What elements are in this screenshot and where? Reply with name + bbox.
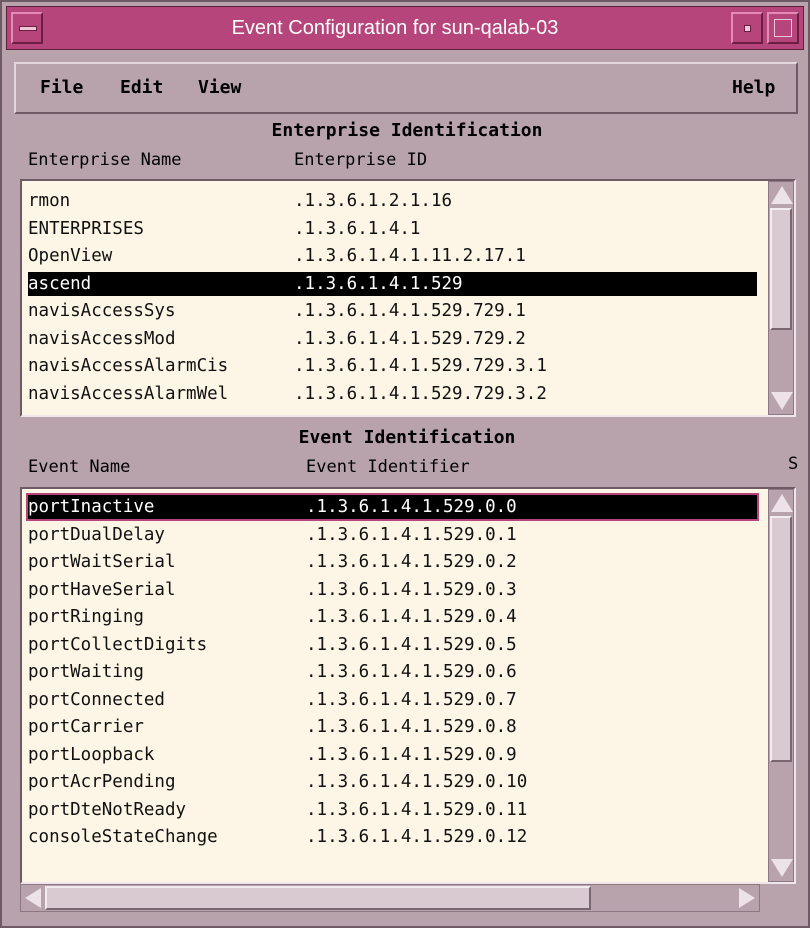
scroll-down-icon[interactable] bbox=[771, 859, 793, 877]
enterprise-name-column-header: Enterprise Name bbox=[28, 150, 182, 170]
event-id: .1.3.6.1.4.1.529.0.6 bbox=[306, 662, 517, 682]
event-row[interactable]: portWaitSerial .1.3.6.1.4.1.529.0.2 bbox=[28, 550, 757, 574]
event-id: .1.3.6.1.4.1.529.0.2 bbox=[306, 552, 517, 572]
enterprise-row[interactable]: ascend .1.3.6.1.4.1.529 bbox=[28, 271, 757, 296]
event-vertical-scrollbar[interactable] bbox=[768, 489, 794, 882]
enterprise-name: navisAccessSys bbox=[28, 301, 176, 321]
event-row[interactable]: consoleStateChange .1.3.6.1.4.1.529.0.12 bbox=[28, 825, 757, 849]
event-row[interactable]: portInactive .1.3.6.1.4.1.529.0.0 bbox=[26, 493, 759, 521]
menu-edit[interactable]: Edit bbox=[120, 64, 163, 112]
enterprise-id: .1.3.6.1.4.1.11.2.17.1 bbox=[294, 246, 526, 266]
event-row[interactable]: portLoopback .1.3.6.1.4.1.529.0.9 bbox=[28, 743, 757, 767]
minimize-icon bbox=[744, 25, 751, 32]
event-list[interactable]: portInactive .1.3.6.1.4.1.529.0.0 portDual… bbox=[20, 487, 796, 884]
enterprise-vertical-scrollbar[interactable] bbox=[768, 181, 794, 415]
scroll-left-icon[interactable] bbox=[25, 888, 41, 908]
enterprise-id: .1.3.6.1.2.1.16 bbox=[294, 191, 453, 211]
event-row[interactable]: portConnected .1.3.6.1.4.1.529.0.7 bbox=[28, 688, 757, 712]
event-row[interactable]: portRinging .1.3.6.1.4.1.529.0.4 bbox=[28, 605, 757, 629]
enterprise-row[interactable]: rmon .1.3.6.1.2.1.16 bbox=[28, 189, 757, 213]
event-scroll-thumb[interactable] bbox=[770, 516, 792, 762]
event-id: .1.3.6.1.4.1.529.0.1 bbox=[306, 524, 517, 545]
event-id: .1.3.6.1.4.1.529.0.3 bbox=[306, 579, 517, 600]
event-configuration-window: Event Configuration for sun-qalab-03 Fil… bbox=[0, 0, 810, 928]
menu-file[interactable]: File bbox=[40, 64, 83, 112]
enterprise-row[interactable]: navisAccessSys .1.3.6.1.4.1.529.729.1 bbox=[28, 299, 757, 323]
event-row[interactable]: portWaiting .1.3.6.1.4.1.529.0.6 bbox=[28, 660, 757, 684]
event-name: portHaveSerial bbox=[28, 579, 176, 600]
event-section-heading: Event Identification bbox=[298, 427, 516, 448]
minimize-button[interactable] bbox=[731, 12, 763, 44]
event-row[interactable]: portCollectDigits .1.3.6.1.4.1.529.0.5 bbox=[28, 633, 757, 657]
enterprise-id: .1.3.6.1.4.1.529.729.3.2 bbox=[294, 383, 547, 404]
event-id: .1.3.6.1.4.1.529.0.8 bbox=[306, 717, 517, 737]
enterprise-name: navisAccessMod bbox=[28, 328, 176, 349]
event-name: portWaiting bbox=[28, 662, 144, 682]
event-row[interactable]: portDteNotReady .1.3.6.1.4.1.529.0.11 bbox=[28, 798, 757, 822]
event-name: portDteNotReady bbox=[28, 799, 187, 820]
scroll-down-icon[interactable] bbox=[771, 392, 793, 410]
menu-bar: File Edit View Help bbox=[14, 62, 798, 114]
window-title: Event Configuration for sun-qalab-03 bbox=[231, 17, 559, 39]
enterprise-row[interactable]: OpenView .1.3.6.1.4.1.11.2.17.1 bbox=[28, 244, 757, 268]
event-row[interactable]: portAcrPending .1.3.6.1.4.1.529.0.10 bbox=[28, 770, 757, 794]
enterprise-row[interactable]: navisAccessAlarmCis .1.3.6.1.4.1.529.729.… bbox=[28, 354, 757, 378]
truncated-column-header: S bbox=[788, 454, 799, 474]
event-hscroll-thumb[interactable] bbox=[45, 886, 591, 910]
event-name: portCollectDigits bbox=[28, 634, 208, 655]
maximize-button[interactable] bbox=[767, 12, 799, 44]
scrollbar-corner bbox=[764, 884, 796, 912]
enterprise-list[interactable]: rmon .1.3.6.1.2.1.16 ENTERPRISES .1.3.6.1.4… bbox=[20, 179, 796, 417]
event-name-column-header: Event Name bbox=[28, 457, 131, 477]
enterprise-id: .1.3.6.1.4.1 bbox=[294, 218, 421, 239]
event-name: portLoopback bbox=[28, 744, 155, 765]
event-row[interactable]: portHaveSerial .1.3.6.1.4.1.529.0.3 bbox=[28, 578, 757, 602]
event-name: portCarrier bbox=[28, 717, 144, 737]
event-name: portConnected bbox=[28, 689, 165, 710]
title-bar[interactable]: Event Configuration for sun-qalab-03 bbox=[6, 6, 804, 50]
enterprise-row[interactable]: navisAccessAlarmWel .1.3.6.1.4.1.529.729.… bbox=[28, 382, 757, 406]
enterprise-name: ascend bbox=[28, 273, 92, 294]
event-id: .1.3.6.1.4.1.529.0.11 bbox=[306, 799, 528, 820]
event-horizontal-scrollbar[interactable] bbox=[20, 884, 760, 912]
event-name: portRinging bbox=[28, 607, 144, 627]
scroll-right-icon[interactable] bbox=[739, 888, 755, 908]
event-name: portInactive bbox=[28, 497, 155, 517]
event-name: consoleStateChange bbox=[28, 827, 218, 847]
event-id: .1.3.6.1.4.1.529.0.12 bbox=[306, 827, 528, 847]
event-identifier-column-header: Event Identifier bbox=[306, 457, 470, 477]
event-row[interactable]: portCarrier .1.3.6.1.4.1.529.0.8 bbox=[28, 715, 757, 739]
event-id: .1.3.6.1.4.1.529.0.0 bbox=[306, 497, 517, 517]
event-id: .1.3.6.1.4.1.529.0.9 bbox=[306, 744, 517, 765]
maximize-icon bbox=[774, 19, 792, 37]
event-id: .1.3.6.1.4.1.529.0.10 bbox=[306, 772, 528, 792]
enterprise-name: OpenView bbox=[28, 246, 113, 266]
enterprise-name: navisAccessAlarmWel bbox=[28, 383, 229, 404]
scroll-up-icon[interactable] bbox=[771, 186, 793, 204]
enterprise-id: .1.3.6.1.4.1.529.729.1 bbox=[294, 301, 526, 321]
enterprise-id: .1.3.6.1.4.1.529.729.3.1 bbox=[294, 356, 547, 376]
enterprise-row[interactable]: ENTERPRISES .1.3.6.1.4.1 bbox=[28, 217, 757, 241]
window-menu-button[interactable] bbox=[11, 12, 43, 44]
event-name: portAcrPending bbox=[28, 772, 176, 792]
enterprise-scroll-thumb[interactable] bbox=[770, 208, 792, 330]
scroll-up-icon[interactable] bbox=[771, 494, 793, 512]
event-id: .1.3.6.1.4.1.529.0.4 bbox=[306, 607, 517, 627]
event-name: portDualDelay bbox=[28, 524, 165, 545]
enterprise-name: ENTERPRISES bbox=[28, 218, 144, 239]
event-id: .1.3.6.1.4.1.529.0.7 bbox=[306, 689, 517, 710]
enterprise-section-heading: Enterprise Identification bbox=[271, 120, 543, 141]
menu-view[interactable]: View bbox=[198, 64, 241, 112]
enterprise-row[interactable]: navisAccessMod .1.3.6.1.4.1.529.729.2 bbox=[28, 327, 757, 351]
event-row[interactable]: portDualDelay .1.3.6.1.4.1.529.0.1 bbox=[28, 523, 757, 547]
enterprise-name: navisAccessAlarmCis bbox=[28, 356, 229, 376]
window-menu-icon bbox=[19, 26, 37, 31]
enterprise-id: .1.3.6.1.4.1.529 bbox=[294, 273, 463, 294]
menu-help[interactable]: Help bbox=[732, 64, 775, 112]
enterprise-name: rmon bbox=[28, 191, 71, 211]
enterprise-id-column-header: Enterprise ID bbox=[294, 150, 428, 170]
event-id: .1.3.6.1.4.1.529.0.5 bbox=[306, 634, 517, 655]
event-name: portWaitSerial bbox=[28, 552, 176, 572]
enterprise-id: .1.3.6.1.4.1.529.729.2 bbox=[294, 328, 526, 349]
